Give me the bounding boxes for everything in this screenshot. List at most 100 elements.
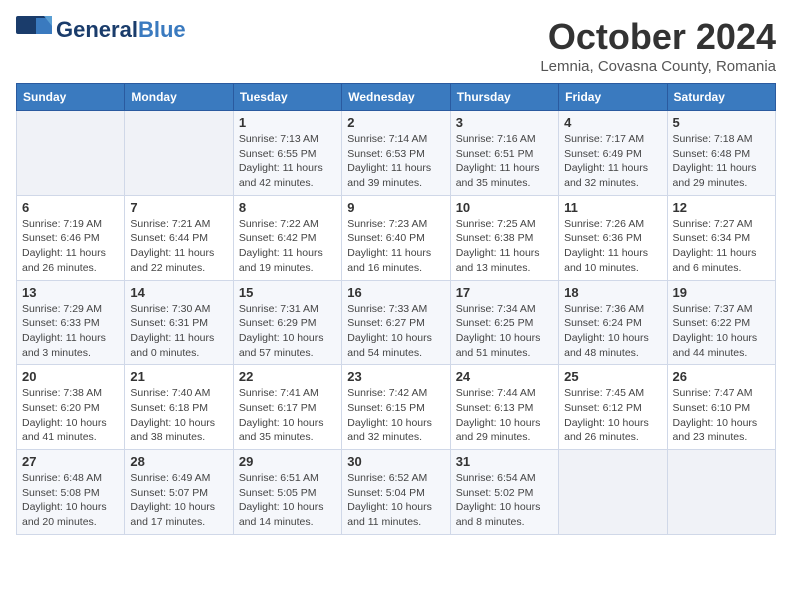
calendar-cell: 24 Sunrise: 7:44 AMSunset: 6:13 PMDayligh… xyxy=(450,365,558,450)
calendar-cell: 3 Sunrise: 7:16 AMSunset: 6:51 PMDaylight… xyxy=(450,111,558,196)
day-info: Sunrise: 7:38 AMSunset: 6:20 PMDaylight:… xyxy=(22,386,119,445)
day-info: Sunrise: 7:30 AMSunset: 6:31 PMDaylight:… xyxy=(130,302,227,361)
calendar-cell: 17 Sunrise: 7:34 AMSunset: 6:25 PMDayligh… xyxy=(450,280,558,365)
day-info: Sunrise: 7:36 AMSunset: 6:24 PMDaylight:… xyxy=(564,302,661,361)
calendar-week-row: 6Sunrise: 7:19 AMSunset: 6:46 PMDaylight… xyxy=(17,195,776,280)
day-number: 19 xyxy=(673,285,770,300)
day-number: 1 xyxy=(239,115,336,130)
day-info: Sunrise: 7:47 AMSunset: 6:10 PMDaylight:… xyxy=(673,386,770,445)
calendar-cell: 1Sunrise: 7:13 AMSunset: 6:55 PMDaylight… xyxy=(233,111,341,196)
day-number: 22 xyxy=(239,369,336,384)
month-title: October 2024 xyxy=(540,16,776,58)
day-number: 14 xyxy=(130,285,227,300)
day-number: 5 xyxy=(673,115,770,130)
day-info: Sunrise: 7:18 AMSunset: 6:48 PMDaylight:… xyxy=(673,132,770,191)
day-number: 30 xyxy=(347,454,444,469)
day-number: 15 xyxy=(239,285,336,300)
calendar-cell: 21 Sunrise: 7:40 AMSunset: 6:18 PMDayligh… xyxy=(125,365,233,450)
day-number: 27 xyxy=(22,454,119,469)
day-number: 17 xyxy=(456,285,553,300)
day-number: 24 xyxy=(456,369,553,384)
col-sunday: Sunday xyxy=(17,84,125,111)
calendar-cell: 5 Sunrise: 7:18 AMSunset: 6:48 PMDaylight… xyxy=(667,111,775,196)
calendar-cell: 26 Sunrise: 7:47 AMSunset: 6:10 PMDayligh… xyxy=(667,365,775,450)
calendar-cell: 23 Sunrise: 7:42 AMSunset: 6:15 PMDayligh… xyxy=(342,365,450,450)
day-number: 29 xyxy=(239,454,336,469)
day-number: 23 xyxy=(347,369,444,384)
calendar-cell: 19 Sunrise: 7:37 AMSunset: 6:22 PMDayligh… xyxy=(667,280,775,365)
day-info: Sunrise: 7:31 AMSunset: 6:29 PMDaylight:… xyxy=(239,302,336,361)
calendar-cell: 31 Sunrise: 6:54 AMSunset: 5:02 PMDayligh… xyxy=(450,450,558,535)
day-number: 25 xyxy=(564,369,661,384)
calendar-header-row: Sunday Monday Tuesday Wednesday Thursday… xyxy=(17,84,776,111)
calendar-cell: 14 Sunrise: 7:30 AMSunset: 6:31 PMDayligh… xyxy=(125,280,233,365)
calendar-cell: 13Sunrise: 7:29 AMSunset: 6:33 PMDayligh… xyxy=(17,280,125,365)
day-info: Sunrise: 7:17 AMSunset: 6:49 PMDaylight:… xyxy=(564,132,661,191)
day-number: 31 xyxy=(456,454,553,469)
day-number: 28 xyxy=(130,454,227,469)
day-number: 3 xyxy=(456,115,553,130)
day-number: 12 xyxy=(673,200,770,215)
day-number: 7 xyxy=(130,200,227,215)
calendar-week-row: 13Sunrise: 7:29 AMSunset: 6:33 PMDayligh… xyxy=(17,280,776,365)
day-number: 8 xyxy=(239,200,336,215)
calendar-cell: 16 Sunrise: 7:33 AMSunset: 6:27 PMDayligh… xyxy=(342,280,450,365)
day-info: Sunrise: 7:40 AMSunset: 6:18 PMDaylight:… xyxy=(130,386,227,445)
calendar-cell: 10 Sunrise: 7:25 AMSunset: 6:38 PMDayligh… xyxy=(450,195,558,280)
day-info: Sunrise: 7:27 AMSunset: 6:34 PMDaylight:… xyxy=(673,217,770,276)
calendar-cell: 4Sunrise: 7:17 AMSunset: 6:49 PMDaylight… xyxy=(559,111,667,196)
calendar-cell: 18 Sunrise: 7:36 AMSunset: 6:24 PMDayligh… xyxy=(559,280,667,365)
calendar-cell: 15 Sunrise: 7:31 AMSunset: 6:29 PMDayligh… xyxy=(233,280,341,365)
calendar-cell xyxy=(17,111,125,196)
day-info: Sunrise: 7:33 AMSunset: 6:27 PMDaylight:… xyxy=(347,302,444,361)
day-info: Sunrise: 7:37 AMSunset: 6:22 PMDaylight:… xyxy=(673,302,770,361)
calendar-cell: 9Sunrise: 7:23 AMSunset: 6:40 PMDaylight… xyxy=(342,195,450,280)
calendar-cell: 12 Sunrise: 7:27 AMSunset: 6:34 PMDayligh… xyxy=(667,195,775,280)
day-info: Sunrise: 6:54 AMSunset: 5:02 PMDaylight:… xyxy=(456,471,553,530)
day-info: Sunrise: 7:21 AMSunset: 6:44 PMDaylight:… xyxy=(130,217,227,276)
calendar-cell: 30Sunrise: 6:52 AMSunset: 5:04 PMDayligh… xyxy=(342,450,450,535)
day-number: 6 xyxy=(22,200,119,215)
day-number: 11 xyxy=(564,200,661,215)
day-info: Sunrise: 7:26 AMSunset: 6:36 PMDaylight:… xyxy=(564,217,661,276)
col-thursday: Thursday xyxy=(450,84,558,111)
day-info: Sunrise: 6:49 AMSunset: 5:07 PMDaylight:… xyxy=(130,471,227,530)
calendar-cell xyxy=(559,450,667,535)
day-info: Sunrise: 7:29 AMSunset: 6:33 PMDaylight:… xyxy=(22,302,119,361)
day-number: 10 xyxy=(456,200,553,215)
location-subtitle: Lemnia, Covasna County, Romania xyxy=(540,58,776,75)
calendar-week-row: 27 Sunrise: 6:48 AMSunset: 5:08 PMDayligh… xyxy=(17,450,776,535)
day-info: Sunrise: 6:48 AMSunset: 5:08 PMDaylight:… xyxy=(22,471,119,530)
calendar-cell: 7 Sunrise: 7:21 AMSunset: 6:44 PMDaylight… xyxy=(125,195,233,280)
day-info: Sunrise: 7:25 AMSunset: 6:38 PMDaylight:… xyxy=(456,217,553,276)
calendar-week-row: 1Sunrise: 7:13 AMSunset: 6:55 PMDaylight… xyxy=(17,111,776,196)
day-info: Sunrise: 7:44 AMSunset: 6:13 PMDaylight:… xyxy=(456,386,553,445)
title-block: October 2024 Lemnia, Covasna County, Rom… xyxy=(540,16,776,75)
col-wednesday: Wednesday xyxy=(342,84,450,111)
day-number: 18 xyxy=(564,285,661,300)
page-header: General Blue October 2024 Lemnia, Covasn… xyxy=(16,16,776,75)
calendar-cell: 28 Sunrise: 6:49 AMSunset: 5:07 PMDayligh… xyxy=(125,450,233,535)
col-monday: Monday xyxy=(125,84,233,111)
logo-name-part2: Blue xyxy=(138,17,186,43)
day-info: Sunrise: 7:42 AMSunset: 6:15 PMDaylight:… xyxy=(347,386,444,445)
calendar-cell xyxy=(125,111,233,196)
day-number: 20 xyxy=(22,369,119,384)
logo-icon xyxy=(16,16,52,44)
day-number: 26 xyxy=(673,369,770,384)
day-info: Sunrise: 7:16 AMSunset: 6:51 PMDaylight:… xyxy=(456,132,553,191)
day-number: 21 xyxy=(130,369,227,384)
logo-name-part1: General xyxy=(56,17,138,43)
day-info: Sunrise: 7:41 AMSunset: 6:17 PMDaylight:… xyxy=(239,386,336,445)
day-info: Sunrise: 7:22 AMSunset: 6:42 PMDaylight:… xyxy=(239,217,336,276)
day-number: 16 xyxy=(347,285,444,300)
day-number: 2 xyxy=(347,115,444,130)
calendar-cell: 11 Sunrise: 7:26 AMSunset: 6:36 PMDayligh… xyxy=(559,195,667,280)
calendar-week-row: 20 Sunrise: 7:38 AMSunset: 6:20 PMDayligh… xyxy=(17,365,776,450)
day-info: Sunrise: 7:34 AMSunset: 6:25 PMDaylight:… xyxy=(456,302,553,361)
day-info: Sunrise: 7:23 AMSunset: 6:40 PMDaylight:… xyxy=(347,217,444,276)
calendar-cell: 29Sunrise: 6:51 AMSunset: 5:05 PMDayligh… xyxy=(233,450,341,535)
day-info: Sunrise: 7:14 AMSunset: 6:53 PMDaylight:… xyxy=(347,132,444,191)
calendar-table: Sunday Monday Tuesday Wednesday Thursday… xyxy=(16,83,776,535)
calendar-cell: 22 Sunrise: 7:41 AMSunset: 6:17 PMDayligh… xyxy=(233,365,341,450)
